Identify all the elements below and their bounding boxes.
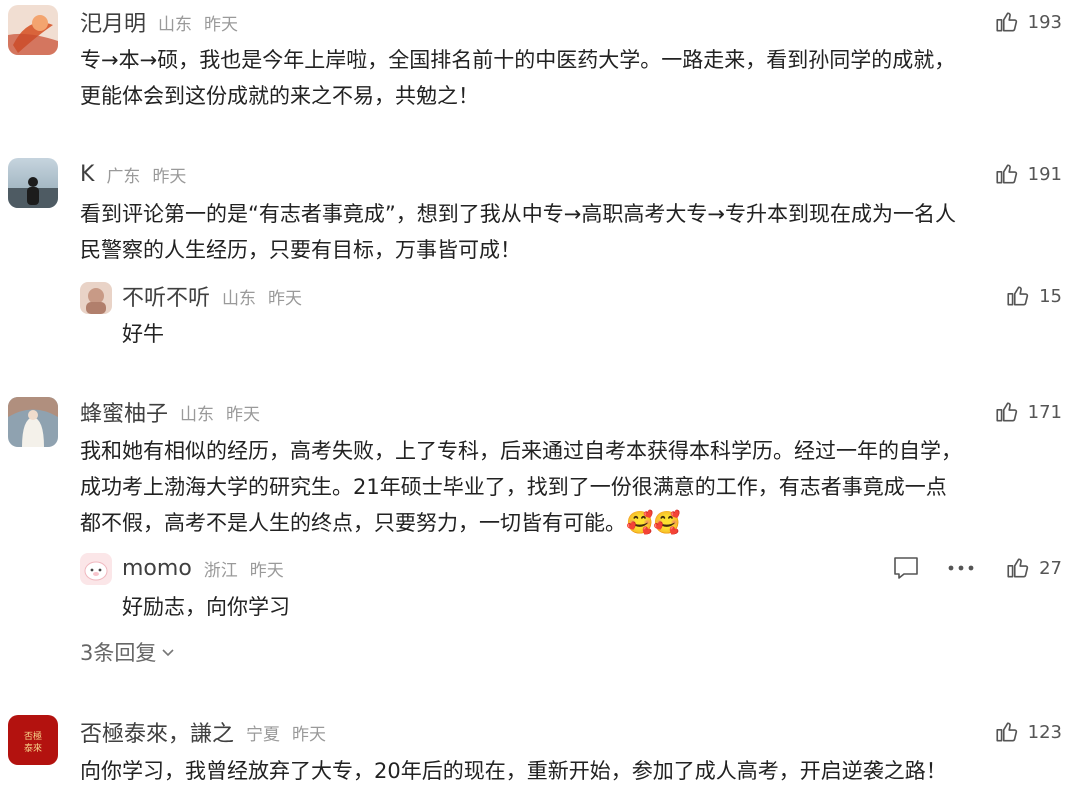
timestamp: 昨天	[292, 724, 327, 745]
timestamp: 昨天	[152, 166, 187, 187]
reply-meta: 不听不听 山东 昨天	[122, 279, 302, 313]
user-avatar[interactable]	[8, 397, 58, 447]
thumbs-up-icon	[996, 402, 1017, 422]
comment-text-line: 民警察的人生经历，只要有目标，万事皆可成！	[80, 238, 521, 262]
comment-meta: 汜月明 山东 昨天	[80, 5, 238, 39]
like-count: 15	[1039, 285, 1062, 307]
comment-text-line: 成功考上渤海大学的研究生。21年硕士毕业了，找到了一份很满意的工作，有志者事竟成…	[80, 475, 947, 499]
location: 山东	[158, 14, 193, 35]
comment-text-fragment: 都不假，高考不是人生的终点，只要努力，一切皆有可能。	[80, 511, 626, 535]
like-button[interactable]: 123	[994, 715, 1062, 749]
comment-text: 我和她有相似的经历，高考失败，上了专科，后来通过自考本获得本科学历。经过一年的自…	[80, 433, 1055, 542]
blush-emoji-icon: 🥰🥰	[626, 511, 681, 536]
comment-bubble-icon	[894, 557, 918, 579]
comment-text: 看到评论第一的是“有志者事竟成”，想到了我从中专→高职高考大专→专升本到现在成为…	[80, 196, 1055, 268]
user-avatar[interactable]	[8, 5, 58, 55]
reply-location: 山东	[222, 288, 257, 309]
thumbs-up-icon	[1007, 286, 1029, 306]
reply-like-button[interactable]: 27	[1005, 551, 1062, 585]
reply-timestamp: 昨天	[249, 560, 284, 581]
chevron-down-icon	[162, 649, 174, 657]
reply-comment-button[interactable]	[890, 554, 922, 582]
username[interactable]: 蜂蜜柚子	[80, 396, 168, 428]
location: 广东	[106, 166, 141, 187]
more-options-button[interactable]	[944, 554, 978, 582]
reply-like-button[interactable]: 15	[1005, 279, 1062, 313]
comment-text-line: 专→本→硕，我也是今年上岸啦，全国排名前十的中医药大学。一路走来，看到孙同学的成…	[80, 48, 956, 72]
thumbs-up-icon	[996, 164, 1017, 184]
like-count: 27	[1039, 557, 1062, 579]
timestamp: 昨天	[226, 404, 261, 425]
comment-meta: 否極泰來，謙之 宁夏 昨天	[80, 715, 326, 749]
reply-text: 好牛	[122, 322, 164, 346]
like-count: 171	[1027, 401, 1062, 423]
like-count: 123	[1027, 721, 1062, 743]
svg-text:泰來: 泰來	[24, 742, 42, 754]
like-count: 193	[1027, 11, 1062, 33]
reply-username[interactable]: 不听不听	[122, 280, 210, 312]
username[interactable]: 汜月明	[80, 6, 146, 38]
reply-username[interactable]: momo	[122, 556, 192, 581]
username[interactable]: 否極泰來，謙之	[80, 716, 234, 748]
user-avatar[interactable]: 否極 泰來	[8, 715, 58, 765]
more-replies-label: 3条回复	[80, 641, 157, 665]
thumbs-up-icon	[996, 722, 1017, 742]
comment-text-line: 向你学习，我曾经放弃了大专，20年后的现在，重新开始，参加了成人高考，开启逆袭之…	[80, 759, 947, 783]
like-button[interactable]: 171	[994, 395, 1062, 429]
username[interactable]: K	[80, 162, 94, 187]
svg-text:否極: 否極	[24, 730, 42, 742]
comment-text-line: 我和她有相似的经历，高考失败，上了专科，后来通过自考本获得本科学历。经过一年的自…	[80, 439, 962, 463]
reply-avatar[interactable]	[80, 553, 112, 585]
comment-meta: K 广东 昨天	[80, 157, 186, 191]
reply-avatar[interactable]	[80, 282, 112, 314]
like-button[interactable]: 191	[994, 157, 1062, 191]
location: 山东	[180, 404, 215, 425]
comment-text: 专→本→硕，我也是今年上岸啦，全国排名前十的中医药大学。一路走来，看到孙同学的成…	[80, 42, 1055, 114]
comment-text: 向你学习，我曾经放弃了大专，20年后的现在，重新开始，参加了成人高考，开启逆袭之…	[80, 753, 1055, 789]
comment-text-line: 都不假，高考不是人生的终点，只要努力，一切皆有可能。🥰🥰	[80, 505, 1055, 542]
reply-meta: momo 浙江 昨天	[122, 551, 284, 585]
more-replies-button[interactable]: 3条回复	[80, 637, 176, 667]
comment-text-line: 更能体会到这份成就的来之不易，共勉之！	[80, 84, 479, 108]
reply-location: 浙江	[203, 560, 238, 581]
timestamp: 昨天	[204, 14, 239, 35]
comment-text-line: 看到评论第一的是“有志者事竟成”，想到了我从中专→高职高考大专→专升本到现在成为…	[80, 202, 956, 226]
reply-timestamp: 昨天	[268, 288, 303, 309]
thumbs-up-icon	[1007, 558, 1029, 578]
user-avatar[interactable]	[8, 158, 58, 208]
reply-text: 好励志，向你学习	[122, 595, 290, 619]
like-button[interactable]: 193	[994, 5, 1062, 39]
location: 宁夏	[246, 724, 281, 745]
like-count: 191	[1027, 163, 1062, 185]
thumbs-up-icon	[996, 12, 1017, 32]
ellipsis-icon	[948, 565, 974, 571]
comment-meta: 蜂蜜柚子 山东 昨天	[80, 395, 260, 429]
